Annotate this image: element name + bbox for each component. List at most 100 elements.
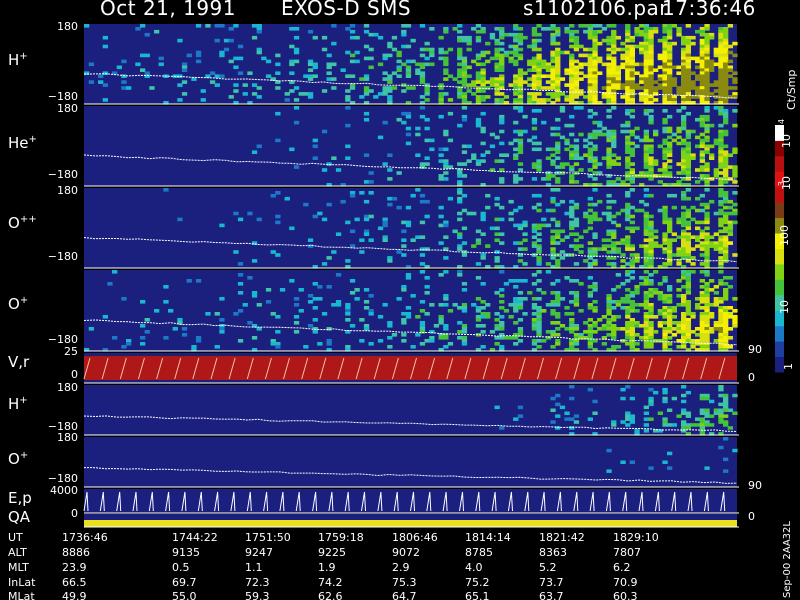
count-cell [513, 285, 519, 289]
count-cell [606, 205, 612, 210]
count-cell [601, 132, 607, 137]
count-cell [438, 223, 444, 228]
count-cell [480, 53, 486, 58]
count-cell [503, 53, 510, 58]
count-cell [662, 109, 668, 113]
count-cell [345, 318, 351, 322]
count-cell [695, 180, 701, 184]
count-cell [727, 68, 733, 72]
count-cell [643, 423, 649, 427]
count-cell [331, 303, 337, 307]
count-cell [550, 95, 556, 99]
count-cell [620, 123, 626, 128]
colorbar-tick-label: 10 [778, 300, 791, 314]
count-cell [256, 303, 262, 307]
count-cell [475, 241, 482, 245]
count-cell [363, 327, 370, 331]
count-cell [685, 226, 691, 231]
count-cell [671, 205, 677, 210]
count-cell [583, 29, 589, 34]
count-cell [709, 330, 715, 334]
count-cell [573, 223, 580, 228]
count-cell [690, 262, 696, 266]
count-cell [583, 229, 589, 234]
count-cell [578, 132, 584, 137]
count-cell [536, 270, 542, 274]
count-cell [275, 71, 281, 75]
count-cell [517, 414, 524, 418]
ephemeris-value: 1806:46 [392, 531, 438, 544]
count-cell [727, 211, 733, 216]
count-cell [713, 408, 719, 412]
count-cell [485, 315, 491, 319]
count-cell [690, 56, 696, 61]
colorbar-tick-label: 10 [780, 134, 793, 148]
count-cell [242, 83, 248, 87]
count-cell [569, 214, 575, 219]
count-cell [410, 86, 416, 90]
count-cell [419, 65, 426, 70]
count-cell [140, 24, 146, 28]
count-cell [592, 235, 598, 239]
count-cell [401, 220, 407, 225]
count-cell [643, 232, 649, 236]
count-cell [513, 342, 519, 346]
count-cell [667, 135, 673, 140]
count-cell [699, 408, 705, 412]
count-cell [713, 83, 719, 87]
count-cell [657, 77, 663, 81]
count-cell [639, 62, 645, 67]
count-cell [513, 180, 519, 184]
ephemeris-value: 2.9 [392, 561, 410, 574]
colorbar-swatch [775, 341, 784, 357]
count-cell [727, 50, 733, 55]
count-cell [536, 141, 542, 146]
count-cell [326, 342, 332, 346]
count-cell [709, 279, 715, 283]
count-cell [625, 165, 631, 169]
ephemeris-value: 65.1 [465, 590, 490, 600]
count-cell [573, 205, 580, 210]
count-cell [620, 306, 626, 310]
count-cell [293, 303, 300, 307]
count-cell [536, 168, 542, 172]
count-cell [592, 177, 598, 181]
count-cell [256, 50, 262, 55]
count-cell [144, 330, 150, 334]
count-cell [466, 65, 472, 70]
count-cell [219, 223, 225, 228]
count-cell [629, 205, 635, 210]
count-cell [461, 241, 468, 245]
count-cell [475, 162, 482, 166]
count-cell [513, 223, 519, 228]
count-cell [424, 92, 430, 96]
ephemeris-row-ut: UT 1736:46 1744:22 1751:50 1759:18 1806:46 181… [8, 531, 659, 544]
count-cell [461, 174, 468, 178]
count-cell [415, 153, 421, 157]
count-cell [550, 396, 556, 401]
count-cell [564, 306, 570, 310]
y-tick-label: 4000 [50, 484, 78, 497]
count-cell [625, 177, 631, 181]
count-cell [671, 232, 677, 236]
count-cell [732, 309, 738, 313]
count-cell [699, 159, 705, 163]
colorbar-tick-label: 1 [782, 363, 795, 370]
count-cell [415, 315, 421, 319]
count-cell [709, 199, 715, 204]
count-cell [639, 303, 645, 307]
count-cell [611, 24, 617, 28]
count-cell [727, 241, 733, 245]
count-cell [704, 414, 710, 418]
count-cell [662, 156, 668, 160]
count-cell [177, 217, 183, 222]
count-cell [695, 220, 701, 225]
count-cell [237, 339, 244, 343]
count-cell [639, 24, 645, 28]
count-cell [732, 80, 738, 84]
count-cell [293, 59, 300, 64]
count-cell [699, 177, 705, 181]
species-label: O+ [8, 295, 28, 313]
count-cell [457, 235, 463, 239]
count-cell [690, 423, 696, 427]
